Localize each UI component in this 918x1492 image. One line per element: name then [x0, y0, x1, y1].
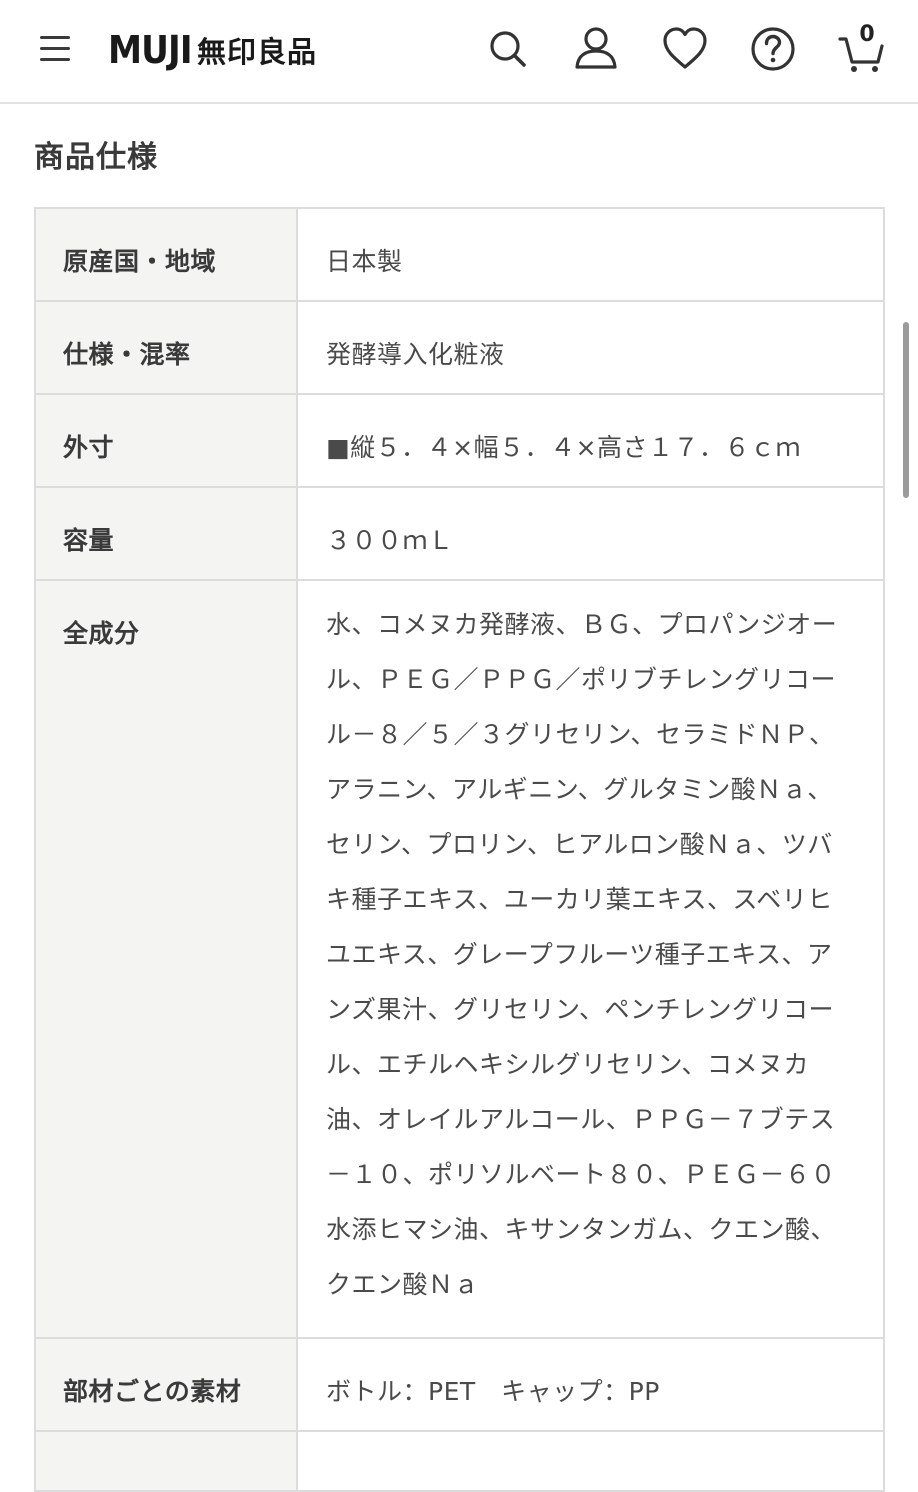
spec-label: 仕様・混率 [34, 300, 298, 395]
site-header: MUJI 無印良品 0 [0, 0, 918, 104]
ingredient-line: 水、コメヌカ発酵液、ＢＧ、プロパンジオー [326, 610, 838, 639]
spec-label: 部材ごとの素材 [34, 1337, 298, 1432]
ingredient-line: 水添ヒマシ油、キサンタンガム、クエン酸、 [326, 1215, 837, 1244]
muji-logo[interactable]: MUJI 無印良品 [108, 26, 317, 74]
spec-table: 原産国・地域 日本製 仕様・混率 発酵導入化粧液 外寸 ■縦５．４×幅５．４×高… [34, 207, 885, 1492]
cart-count: 0 [859, 22, 875, 47]
spec-value: 発酵導入化粧液 [296, 300, 885, 395]
spec-value: 日本製 [296, 207, 885, 302]
menu-icon[interactable] [38, 32, 72, 64]
logo-text-en: MUJI [108, 28, 193, 72]
ingredient-line: －１０、ポリソルベート８０、ＰＥＧ－６０ [326, 1160, 837, 1189]
cart-icon[interactable]: 0 [838, 22, 886, 74]
table-row: 全成分 水、コメヌカ発酵液、ＢＧ、プロパンジオー ル、ＰＥＧ／ＰＰＧ／ポリブチレ… [34, 579, 885, 1339]
ingredient-line: 油、オレイルアルコール、ＰＰＧ－７ブテス [326, 1105, 836, 1134]
spec-value: ■縦５．４×幅５．４×高さ１７．６ｃｍ [296, 393, 885, 488]
table-row: 仕様・混率 発酵導入化粧液 [34, 300, 885, 395]
table-row: 原産国・地域 日本製 [34, 207, 885, 302]
ingredient-line: ル、エチルヘキシルグリセリン、コメヌカ [326, 1050, 810, 1079]
ingredient-line: ンズ果汁、グリセリン、ペンチレングリコー [326, 995, 835, 1024]
ingredient-line: クエン酸Ｎａ [326, 1270, 480, 1299]
logo-text-jp: 無印良品 [196, 35, 317, 69]
ingredient-line: ル－８／５／３グリセリン、セラミドＮＰ、 [326, 720, 835, 749]
heart-icon[interactable] [661, 24, 709, 74]
help-icon[interactable] [749, 24, 797, 74]
table-row [34, 1430, 885, 1492]
spec-label: 全成分 [34, 579, 298, 1339]
ingredient-line: セリン、プロリン、ヒアルロン酸Ｎａ、ツバ [326, 830, 833, 859]
table-row: 部材ごとの素材 ボトル：PET キャップ：PP [34, 1337, 885, 1432]
section-title: 商品仕様 [34, 140, 158, 175]
spec-value [296, 1430, 885, 1492]
account-icon[interactable] [572, 24, 620, 74]
ingredient-line: キ種子エキス、ユーカリ葉エキス、スベリヒ [326, 885, 833, 914]
search-icon[interactable] [484, 24, 532, 74]
spec-label: 容量 [34, 486, 298, 581]
spec-value-ingredients: 水、コメヌカ発酵液、ＢＧ、プロパンジオー ル、ＰＥＧ／ＰＰＧ／ポリブチレングリコ… [296, 579, 885, 1339]
scrollbar[interactable] [903, 322, 909, 498]
ingredient-line: ル、ＰＥＧ／ＰＰＧ／ポリブチレングリコー [326, 665, 837, 694]
spec-label [34, 1430, 298, 1492]
spec-value: ボトル：PET キャップ：PP [296, 1337, 885, 1432]
spec-label: 外寸 [34, 393, 298, 488]
ingredient-line: ユエキス、グレープフルーツ種子エキス、ア [326, 940, 833, 969]
ingredient-line: アラニン、アルギニン、グルタミン酸Ｎａ、 [326, 775, 833, 804]
table-row: 容量 ３００ｍＬ [34, 486, 885, 581]
spec-value: ３００ｍＬ [296, 486, 885, 581]
table-row: 外寸 ■縦５．４×幅５．４×高さ１７．６ｃｍ [34, 393, 885, 488]
spec-label: 原産国・地域 [34, 207, 298, 302]
